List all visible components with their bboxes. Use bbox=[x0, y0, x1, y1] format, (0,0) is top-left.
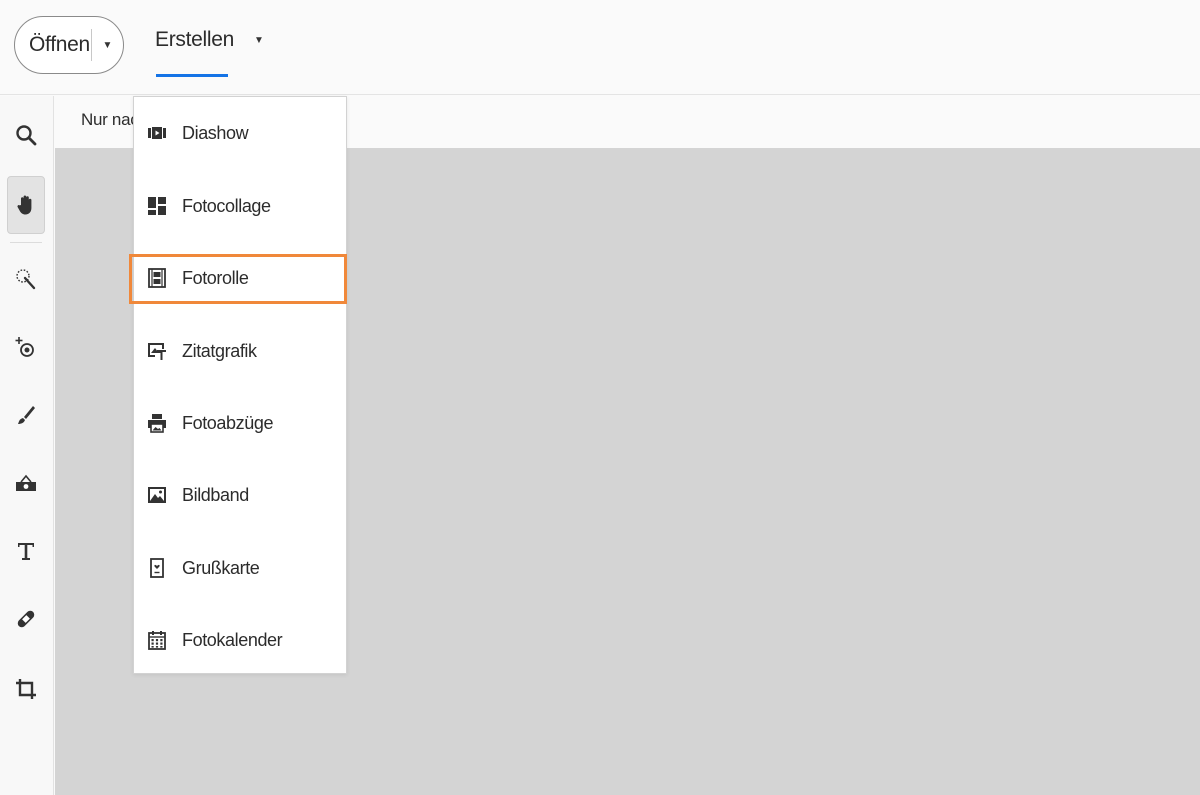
create-tab-label: Erstellen bbox=[155, 28, 235, 51]
menu-item-label: Diashow bbox=[182, 122, 249, 143]
straighten-tool[interactable] bbox=[7, 454, 45, 512]
menu-item-zitatgrafik[interactable]: Zitatgrafik bbox=[134, 315, 346, 387]
menu-item-grusskarte[interactable]: Grußkarte bbox=[134, 532, 346, 604]
open-button-label: Öffnen bbox=[29, 33, 90, 56]
collage-icon bbox=[145, 194, 169, 218]
hand-icon bbox=[17, 195, 32, 215]
menu-item-label: Fotokalender bbox=[182, 629, 283, 650]
menu-item-diashow[interactable]: Diashow bbox=[134, 97, 346, 169]
menu-item-label: Bildband bbox=[182, 484, 249, 505]
menu-item-label: Grußkarte bbox=[182, 557, 260, 578]
magic-wand-icon bbox=[16, 269, 36, 290]
create-tab-active-underline bbox=[156, 74, 228, 77]
filmstrip-icon bbox=[145, 266, 169, 290]
level-icon bbox=[16, 474, 36, 491]
greeting-card-icon bbox=[145, 556, 169, 580]
create-dropdown-menu: Diashow Fotocollage Fotorolle Zitatgrafi… bbox=[133, 96, 347, 674]
hand-tool[interactable] bbox=[7, 176, 45, 234]
photo-book-icon bbox=[145, 483, 169, 507]
whiten-teeth-tool[interactable] bbox=[7, 386, 45, 444]
zoom-tool[interactable] bbox=[7, 106, 45, 164]
menu-item-label: Fotocollage bbox=[182, 195, 271, 216]
menu-item-label: Fotoabzüge bbox=[182, 412, 274, 433]
brush-icon bbox=[18, 406, 35, 424]
open-button[interactable]: Öffnen ▼ bbox=[14, 16, 124, 74]
calendar-icon bbox=[145, 628, 169, 652]
text-tool[interactable] bbox=[7, 522, 45, 580]
magnifier-icon bbox=[16, 125, 37, 146]
tool-panel bbox=[0, 96, 54, 795]
red-eye-tool[interactable] bbox=[7, 318, 45, 376]
slideshow-icon bbox=[145, 121, 169, 145]
bandage-icon bbox=[17, 610, 35, 628]
menu-item-fotorolle[interactable]: Fotorolle bbox=[134, 242, 346, 314]
crop-tool[interactable] bbox=[7, 660, 45, 718]
menu-item-fotoabzuege[interactable]: Fotoabzüge bbox=[134, 387, 346, 459]
crop-icon bbox=[16, 679, 36, 699]
menu-item-label: Zitatgrafik bbox=[182, 340, 257, 361]
eye-plus-icon bbox=[15, 337, 34, 357]
menu-item-fotokalender[interactable]: Fotokalender bbox=[134, 604, 346, 676]
create-menu-tab[interactable]: Erstellen ▼ bbox=[155, 28, 264, 52]
menu-item-bildband[interactable]: Bildband bbox=[134, 459, 346, 531]
quick-selection-tool[interactable] bbox=[7, 250, 45, 308]
top-bar: Öffnen ▼ Erstellen ▼ bbox=[0, 0, 1200, 95]
open-dropdown-caret-icon[interactable]: ▼ bbox=[92, 40, 123, 51]
menu-item-fotocollage[interactable]: Fotocollage bbox=[134, 170, 346, 242]
quote-graphic-icon bbox=[145, 339, 169, 363]
printer-icon bbox=[145, 411, 169, 435]
text-t-icon bbox=[18, 543, 34, 560]
healing-tool[interactable] bbox=[7, 590, 45, 648]
menu-item-label: Fotorolle bbox=[182, 267, 249, 288]
toolbar-separator bbox=[10, 242, 42, 243]
create-dropdown-caret-icon[interactable]: ▼ bbox=[254, 35, 264, 46]
